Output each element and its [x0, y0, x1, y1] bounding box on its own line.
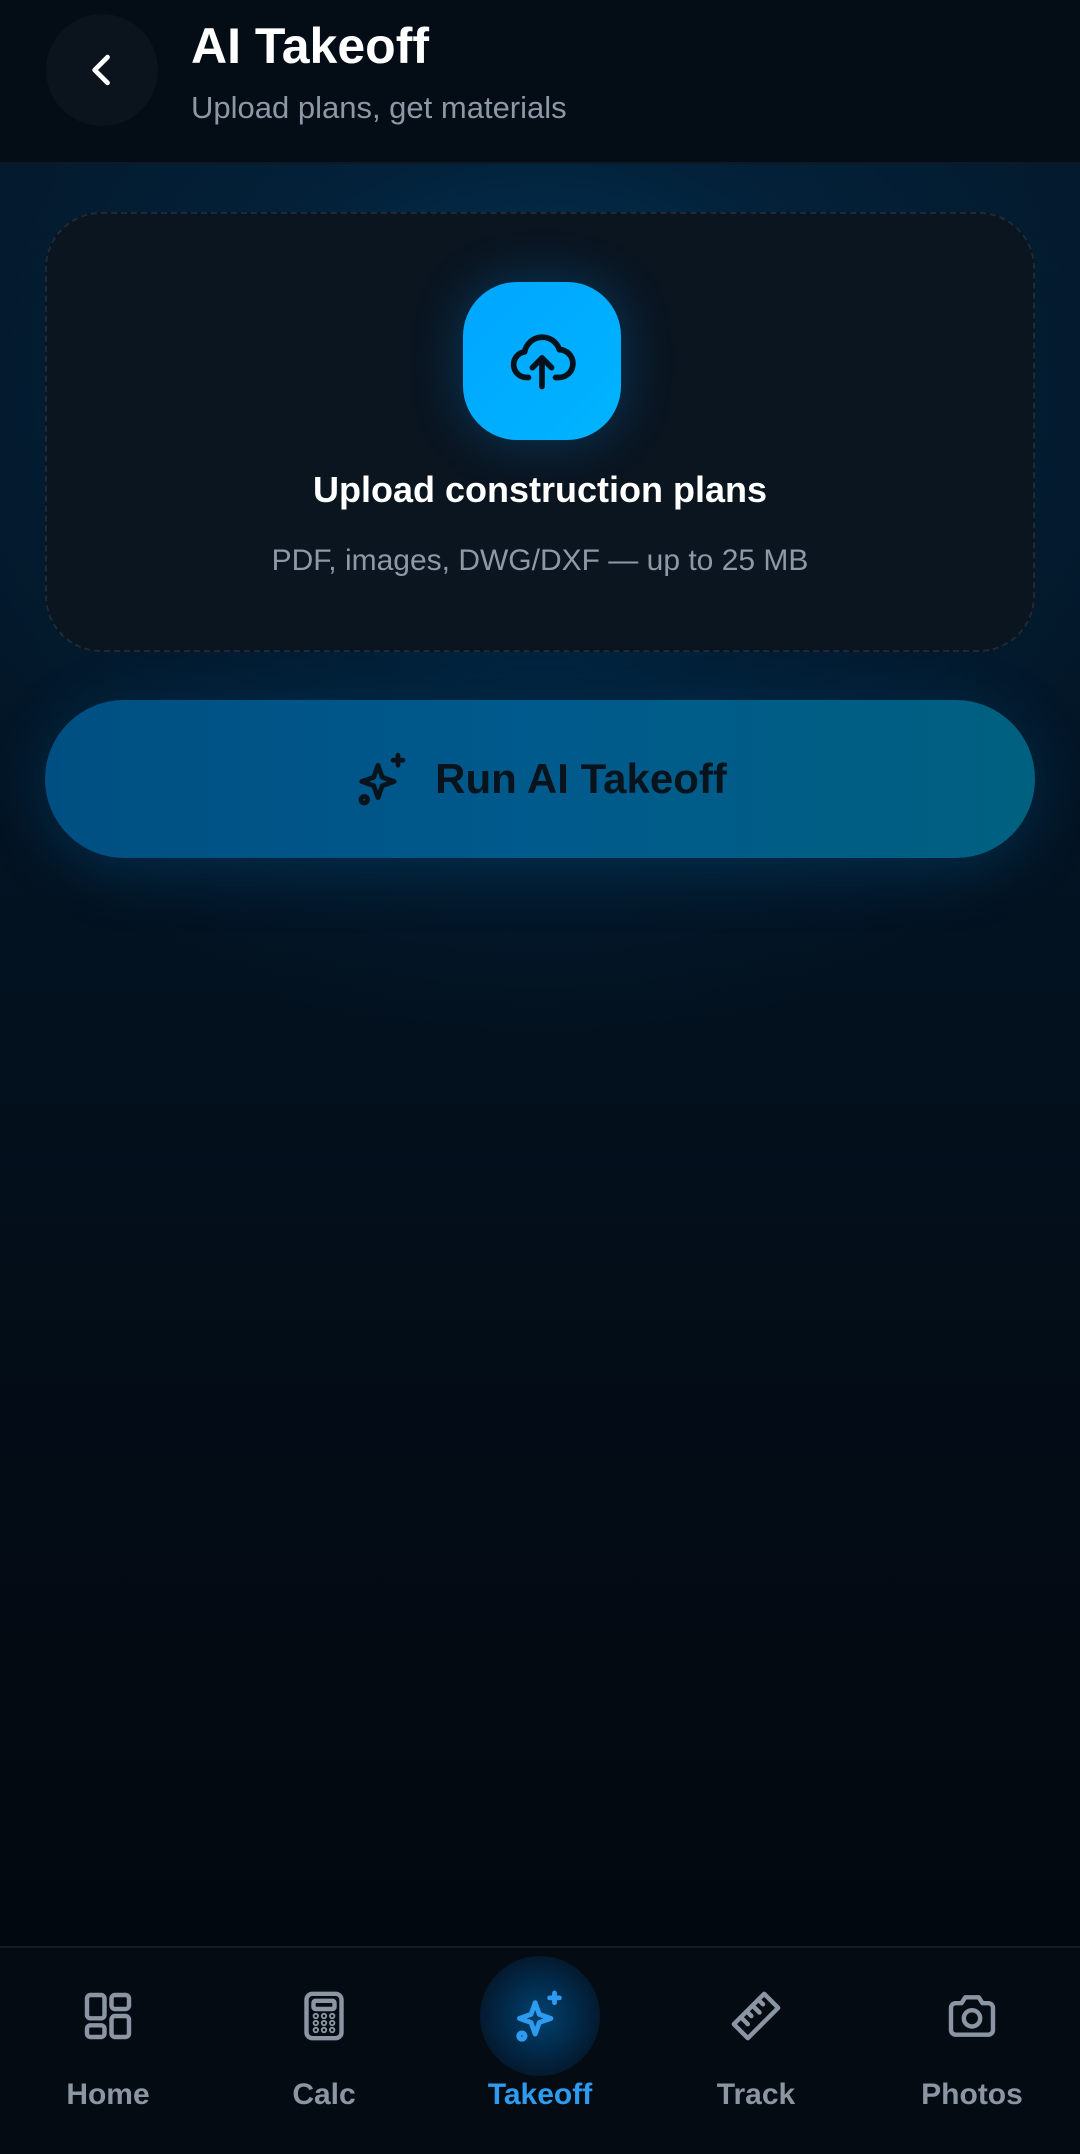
camera-icon	[932, 1976, 1012, 2056]
sparkles-icon	[353, 749, 413, 809]
upload-title: Upload construction plans	[312, 469, 768, 510]
nav-item-calc[interactable]: Calc	[216, 1948, 432, 2154]
nav-item-takeoff[interactable]: Takeoff	[432, 1948, 648, 2154]
nav-item-home[interactable]: Home	[0, 1948, 216, 2154]
nav-label: Track	[716, 2078, 796, 2111]
nav-label: Takeoff	[487, 2078, 593, 2111]
page-subtitle: Upload plans, get materials	[191, 90, 567, 125]
chevron-left-icon	[92, 54, 110, 86]
grid-icon	[68, 1976, 148, 2056]
nav-label: Home	[66, 2078, 150, 2111]
bottom-nav: Home Calc Takeoff Track Photos	[0, 1946, 1080, 2154]
app-screen: AI Takeoff Upload plans, get materials U…	[0, 0, 1080, 2154]
nav-item-track[interactable]: Track	[648, 1948, 864, 2154]
run-button-label: Run AI Takeoff	[435, 755, 727, 802]
upload-icon-tile	[463, 282, 621, 440]
sparkles-icon	[480, 1956, 600, 2076]
ruler-icon	[716, 1976, 796, 2056]
page-title: AI Takeoff	[191, 18, 429, 74]
back-button[interactable]	[46, 14, 158, 126]
cloud-upload-icon	[510, 334, 576, 390]
nav-item-photos[interactable]: Photos	[864, 1948, 1080, 2154]
nav-label: Calc	[292, 2078, 356, 2111]
calculator-icon	[284, 1976, 364, 2056]
upload-dropzone[interactable]: Upload construction plans PDF, images, D…	[45, 212, 1035, 652]
run-ai-takeoff-button[interactable]: Run AI Takeoff	[45, 700, 1035, 858]
upload-hint: PDF, images, DWG/DXF — up to 25 MB	[271, 544, 809, 577]
app-header: AI Takeoff Upload plans, get materials	[0, 0, 1080, 164]
nav-label: Photos	[921, 2078, 1023, 2111]
